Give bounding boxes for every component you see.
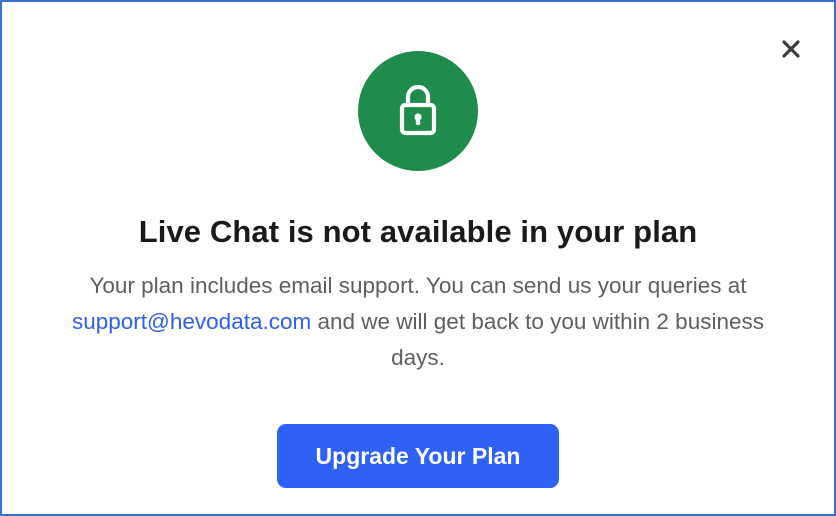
message-suffix: and we will get back to you within 2 bus… — [311, 309, 764, 370]
close-button[interactable] — [778, 36, 804, 62]
upgrade-plan-button[interactable]: Upgrade Your Plan — [277, 424, 559, 488]
dialog-title: Live Chat is not available in your plan — [138, 214, 698, 249]
message-prefix: Your plan includes email support. You ca… — [89, 273, 747, 298]
lock-badge — [358, 51, 478, 171]
close-icon — [782, 40, 800, 58]
upgrade-dialog: Live Chat is not available in your plan … — [0, 0, 836, 516]
lock-icon — [399, 84, 437, 136]
dialog-message: Your plan includes email support. You ca… — [52, 268, 784, 376]
support-email-link[interactable]: support@hevodata.com — [72, 309, 311, 334]
